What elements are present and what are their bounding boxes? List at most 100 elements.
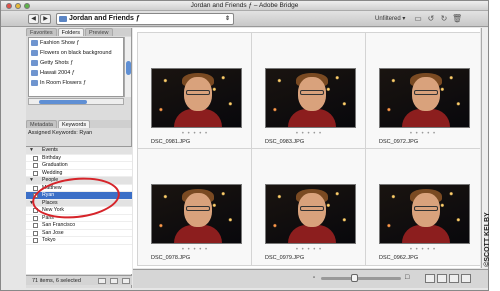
disclosure-triangle-icon[interactable]: ▼ bbox=[29, 147, 34, 155]
status-bar-left: 71 items, 6 selected bbox=[26, 275, 132, 285]
window-controls bbox=[6, 3, 30, 9]
trash-icon[interactable]: 🗑 bbox=[452, 14, 462, 24]
folder-vertical-scrollbar[interactable] bbox=[124, 37, 131, 97]
folder-horizontal-scrollbar[interactable] bbox=[28, 98, 124, 105]
zoom-in-icon[interactable]: □ bbox=[405, 274, 409, 281]
thumbnail-image[interactable] bbox=[151, 184, 242, 244]
zoom-out-icon[interactable]: ▫ bbox=[313, 275, 315, 281]
keyword-item[interactable]: Birthday bbox=[26, 155, 132, 162]
thumbnail-image[interactable] bbox=[265, 184, 356, 244]
thumbnail-cell[interactable]: • • • • • DSC_0979.JPG bbox=[251, 148, 367, 266]
tab-metadata[interactable]: Metadata bbox=[26, 120, 57, 128]
rating-dots[interactable]: • • • • • bbox=[252, 131, 366, 137]
thumbnail-filename: DSC_0972.JPG bbox=[379, 139, 419, 145]
folder-item[interactable]: Getty Shots ƒ bbox=[29, 58, 123, 68]
assigned-keywords: Assigned Keywords: Ryan bbox=[28, 130, 93, 136]
folder-item[interactable]: Fashion Show ƒ bbox=[29, 38, 123, 48]
keyword-checkbox[interactable] bbox=[33, 230, 38, 236]
filter-select[interactable]: Unfiltered ▾ bbox=[375, 15, 405, 22]
keyword-checkbox[interactable] bbox=[33, 223, 38, 228]
keyword-item[interactable]: Graduation bbox=[26, 162, 132, 170]
keyword-checkbox[interactable] bbox=[33, 163, 38, 168]
thumbnail-filename: DSC_0979.JPG bbox=[265, 255, 305, 261]
folder-item[interactable]: Flowers on black background bbox=[29, 48, 123, 58]
tab-favorites[interactable]: Favorites bbox=[26, 28, 57, 36]
rotate-left-icon[interactable]: ↺ bbox=[426, 14, 436, 24]
rating-dots[interactable]: • • • • • bbox=[252, 247, 366, 253]
window-title: Jordan and Friends ƒ – Adobe Bridge bbox=[190, 2, 299, 9]
scroll-thumb[interactable] bbox=[39, 100, 87, 104]
rating-dots[interactable]: • • • • • bbox=[138, 247, 252, 253]
left-panel: Favorites Folders Preview Fashion Show ƒ… bbox=[26, 28, 132, 288]
item-count: 71 items, 6 selected bbox=[32, 278, 81, 284]
thumbnail-cell[interactable]: • • • • • DSC_0972.JPG bbox=[365, 32, 480, 150]
thumbnail-cell[interactable]: • • • • • DSC_0978.JPG bbox=[137, 148, 253, 266]
keyword-checkbox[interactable] bbox=[33, 238, 38, 243]
filter-label: Unfiltered bbox=[375, 16, 401, 22]
rotate-right-icon[interactable]: ↻ bbox=[439, 14, 449, 24]
copyright-text: ©SCOTT KELBY bbox=[483, 212, 491, 267]
keyword-item[interactable]: Wedding bbox=[26, 169, 132, 177]
scroll-thumb[interactable] bbox=[126, 61, 131, 75]
thumbnail-filename: DSC_0978.JPG bbox=[151, 255, 191, 261]
keyword-item[interactable]: San Jose bbox=[26, 230, 132, 237]
keyword-label: Wedding bbox=[42, 169, 63, 176]
thumbnail-image[interactable] bbox=[379, 184, 470, 244]
tab-preview[interactable]: Preview bbox=[84, 28, 113, 36]
folder-icon bbox=[31, 50, 38, 56]
chevron-down-icon: ⇕ bbox=[224, 16, 230, 22]
forward-arrow-icon: ▶ bbox=[43, 16, 48, 22]
disclosure-triangle-icon[interactable]: ▼ bbox=[29, 177, 34, 185]
minimize-window-button[interactable] bbox=[15, 3, 21, 9]
thumbnail-image[interactable] bbox=[151, 68, 242, 128]
view-filmstrip-button[interactable] bbox=[437, 274, 447, 283]
thumbnail-grid: • • • • • DSC_0981.JPG • • • • • DSC_098… bbox=[133, 28, 480, 268]
slider-knob[interactable] bbox=[351, 274, 358, 282]
keyword-category[interactable]: ▼ Events bbox=[26, 147, 132, 155]
folder-icon bbox=[59, 16, 67, 22]
folder-path-label: Jordan and Friends ƒ bbox=[69, 15, 140, 22]
keyword-checkbox[interactable] bbox=[33, 185, 38, 191]
thumbnail-cell[interactable]: • • • • • DSC_0962.JPG bbox=[365, 148, 480, 266]
close-window-button[interactable] bbox=[6, 3, 12, 9]
folder-item[interactable]: In Room Flowers ƒ bbox=[29, 78, 123, 88]
keyword-checkbox[interactable] bbox=[33, 170, 38, 176]
keyword-label: San Francisco bbox=[42, 222, 76, 228]
zoom-window-button[interactable] bbox=[24, 3, 30, 9]
copyright-watermark: ©SCOTT KELBY bbox=[484, 200, 500, 280]
new-folder-icon[interactable]: ▭ bbox=[413, 14, 423, 24]
content-status-bar: ▫ □ bbox=[133, 269, 488, 288]
rating-dots[interactable]: • • • • • bbox=[138, 131, 252, 137]
thumbnail-filename: DSC_0962.JPG bbox=[379, 255, 419, 261]
folder-path-select[interactable]: Jordan and Friends ƒ ⇕ bbox=[56, 13, 234, 25]
keyword-item[interactable]: San Francisco bbox=[26, 222, 132, 230]
keyword-checkbox[interactable] bbox=[33, 155, 38, 161]
delete-keyword-icon[interactable] bbox=[122, 278, 130, 284]
rating-dots[interactable]: • • • • • bbox=[366, 247, 480, 253]
keyword-label: Tokyo bbox=[42, 237, 56, 243]
thumbnail-image[interactable] bbox=[265, 68, 356, 128]
forward-button[interactable]: ▶ bbox=[40, 14, 51, 24]
thumbnail-size-slider[interactable] bbox=[321, 274, 401, 282]
thumbnail-cell[interactable]: • • • • • DSC_0981.JPG bbox=[137, 32, 253, 150]
view-versions-button[interactable] bbox=[461, 274, 471, 283]
folder-icon bbox=[31, 80, 38, 86]
new-keyword-set-icon[interactable] bbox=[98, 278, 106, 284]
folder-item[interactable]: Hawaii 2004 ƒ bbox=[29, 68, 123, 78]
new-keyword-icon[interactable] bbox=[110, 278, 118, 284]
folder-icon bbox=[31, 60, 38, 66]
tab-keywords[interactable]: Keywords bbox=[57, 120, 91, 128]
tab-folders[interactable]: Folders bbox=[57, 28, 84, 36]
back-button[interactable]: ◀ bbox=[28, 14, 39, 24]
view-thumbnails-button[interactable] bbox=[425, 274, 435, 283]
folder-label: Getty Shots ƒ bbox=[40, 60, 74, 66]
keyword-checkbox[interactable] bbox=[33, 215, 38, 221]
view-details-button[interactable] bbox=[449, 274, 459, 283]
rating-dots[interactable]: • • • • • bbox=[366, 131, 480, 137]
folder-label: In Room Flowers ƒ bbox=[40, 80, 87, 86]
thumbnail-cell[interactable]: • • • • • DSC_0983.JPG bbox=[251, 32, 367, 150]
keyword-item[interactable]: Tokyo bbox=[26, 237, 132, 245]
thumbnail-image[interactable] bbox=[379, 68, 470, 128]
thumbnail-filename: DSC_0983.JPG bbox=[265, 139, 305, 145]
keyword-label: Graduation bbox=[42, 162, 68, 168]
